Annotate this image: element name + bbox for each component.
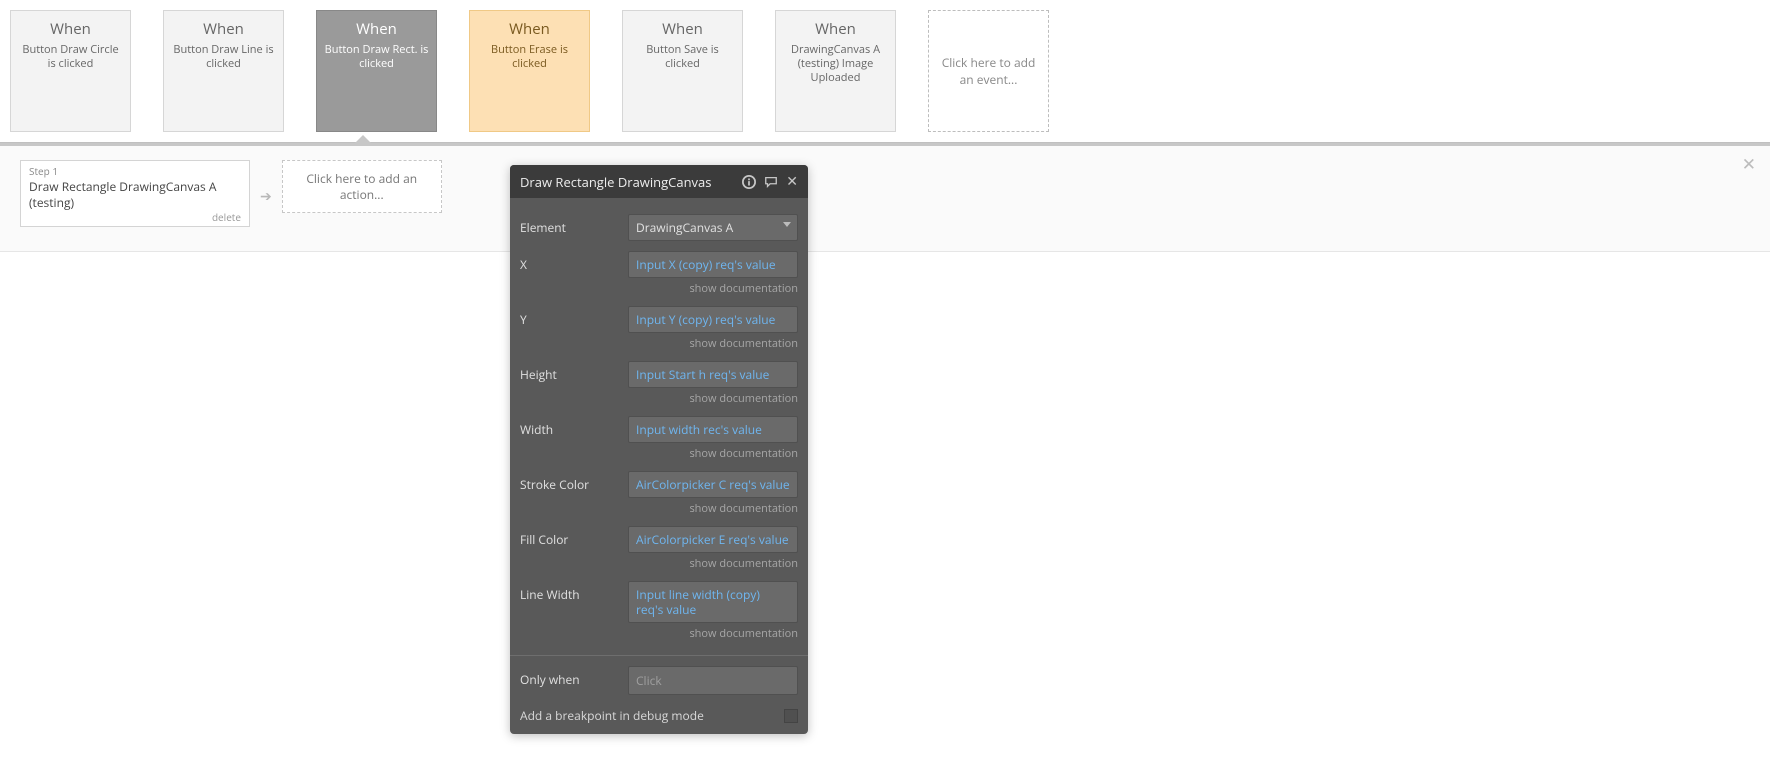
property-panel: Draw Rectangle DrawingCanvas ✕ Element D… — [510, 165, 808, 734]
comment-icon[interactable] — [764, 175, 778, 189]
element-dropdown[interactable]: DrawingCanvas A — [628, 214, 798, 241]
prop-row-only-when: Only when Click — [520, 666, 798, 695]
event-card[interactable]: When Button Save is clicked — [622, 10, 743, 132]
event-when: When — [815, 19, 856, 39]
event-desc: Button Draw Circle is clicked — [17, 43, 124, 71]
event-when: When — [662, 19, 703, 39]
y-input[interactable]: Input Y (copy) req's value — [628, 306, 798, 333]
only-when-input[interactable]: Click — [628, 666, 798, 695]
prop-row-height: Height Input Start h req's value show do… — [520, 361, 798, 406]
prop-value: Input Y (copy) req's value — [636, 311, 775, 328]
add-event-label: Click here to add an event... — [935, 54, 1042, 88]
prop-row-width: Width Input width rec's value show docum… — [520, 416, 798, 461]
divider — [510, 655, 808, 656]
prop-label: Y — [520, 306, 620, 328]
prop-value: Input X (copy) req's value — [636, 256, 776, 273]
property-panel-header[interactable]: Draw Rectangle DrawingCanvas ✕ — [510, 165, 808, 198]
height-input[interactable]: Input Start h req's value — [628, 361, 798, 388]
property-panel-body: Element DrawingCanvas A X Input X (copy)… — [510, 198, 808, 734]
prop-label: X — [520, 251, 620, 273]
prop-label: Height — [520, 361, 620, 383]
prop-value: DrawingCanvas A — [636, 219, 733, 236]
event-card[interactable]: When Button Draw Circle is clicked — [10, 10, 131, 132]
event-when: When — [356, 19, 397, 39]
show-documentation-link[interactable]: show documentation — [628, 281, 798, 296]
prop-label: Fill Color — [520, 526, 620, 548]
prop-value: AirColorpicker C req's value — [636, 476, 790, 493]
add-event-card[interactable]: Click here to add an event... — [928, 10, 1049, 132]
show-documentation-link[interactable]: show documentation — [628, 556, 798, 571]
event-desc: Button Erase is clicked — [476, 43, 583, 71]
event-card[interactable]: When DrawingCanvas A (testing) Image Upl… — [775, 10, 896, 132]
prop-row-stroke-color: Stroke Color AirColorpicker C req's valu… — [520, 471, 798, 516]
step-delete-link[interactable]: delete — [29, 211, 241, 225]
prop-row-fill-color: Fill Color AirColorpicker E req's value … — [520, 526, 798, 571]
event-card[interactable]: When Button Draw Line is clicked — [163, 10, 284, 132]
step-card[interactable]: Step 1 Draw Rectangle DrawingCanvas A (t… — [20, 160, 250, 227]
prop-label: Stroke Color — [520, 471, 620, 493]
prop-row-x: X Input X (copy) req's value show docume… — [520, 251, 798, 296]
event-when: When — [509, 19, 550, 39]
divider-pointer-icon — [355, 135, 371, 143]
close-icon[interactable]: ✕ — [1742, 152, 1756, 175]
prop-value: Input Start h req's value — [636, 366, 769, 383]
x-input[interactable]: Input X (copy) req's value — [628, 251, 798, 278]
show-documentation-link[interactable]: show documentation — [628, 336, 798, 351]
event-when: When — [203, 19, 244, 39]
show-documentation-link[interactable]: show documentation — [628, 446, 798, 461]
event-row: When Button Draw Circle is clicked When … — [0, 0, 1770, 132]
prop-label: Element — [520, 214, 620, 236]
line-width-input[interactable]: Input line width (copy) req's value — [628, 581, 798, 623]
event-desc: Button Draw Line is clicked — [170, 43, 277, 71]
info-icon[interactable] — [742, 175, 756, 189]
event-card-selected[interactable]: When Button Draw Rect. is clicked — [316, 10, 437, 132]
chevron-down-icon — [783, 222, 791, 227]
event-desc: DrawingCanvas A (testing) Image Uploaded — [782, 43, 889, 84]
event-desc: Button Save is clicked — [629, 43, 736, 71]
prop-row-y: Y Input Y (copy) req's value show docume… — [520, 306, 798, 351]
event-desc: Button Draw Rect. is clicked — [323, 43, 430, 71]
fill-color-input[interactable]: AirColorpicker E req's value — [628, 526, 798, 553]
steps-panel: ✕ Step 1 Draw Rectangle DrawingCanvas A … — [0, 146, 1770, 252]
breakpoint-row: Add a breakpoint in debug mode — [520, 695, 798, 724]
width-input[interactable]: Input width rec's value — [628, 416, 798, 443]
show-documentation-link[interactable]: show documentation — [628, 626, 798, 641]
prop-label: Only when — [520, 666, 620, 688]
breakpoint-checkbox[interactable] — [784, 709, 798, 723]
property-panel-title: Draw Rectangle DrawingCanvas — [520, 173, 734, 191]
prop-row-line-width: Line Width Input line width (copy) req's… — [520, 581, 798, 641]
show-documentation-link[interactable]: show documentation — [628, 501, 798, 516]
prop-value: Input line width (copy) req's value — [636, 586, 760, 618]
close-icon[interactable]: ✕ — [786, 172, 798, 191]
prop-value: AirColorpicker E req's value — [636, 531, 789, 548]
breakpoint-label: Add a breakpoint in debug mode — [520, 707, 704, 724]
prop-label: Line Width — [520, 581, 620, 603]
step-title: Draw Rectangle DrawingCanvas A (testing) — [29, 179, 241, 211]
arrow-right-icon: ➔ — [260, 181, 272, 206]
prop-value: Input width rec's value — [636, 421, 762, 438]
add-action-card[interactable]: Click here to add an action... — [282, 160, 442, 213]
add-action-label: Click here to add an action... — [306, 170, 417, 203]
step-number: Step 1 — [29, 165, 241, 179]
event-card-warn[interactable]: When Button Erase is clicked — [469, 10, 590, 132]
stroke-color-input[interactable]: AirColorpicker C req's value — [628, 471, 798, 498]
prop-row-element: Element DrawingCanvas A — [520, 214, 798, 241]
prop-label: Width — [520, 416, 620, 438]
show-documentation-link[interactable]: show documentation — [628, 391, 798, 406]
event-when: When — [50, 19, 91, 39]
